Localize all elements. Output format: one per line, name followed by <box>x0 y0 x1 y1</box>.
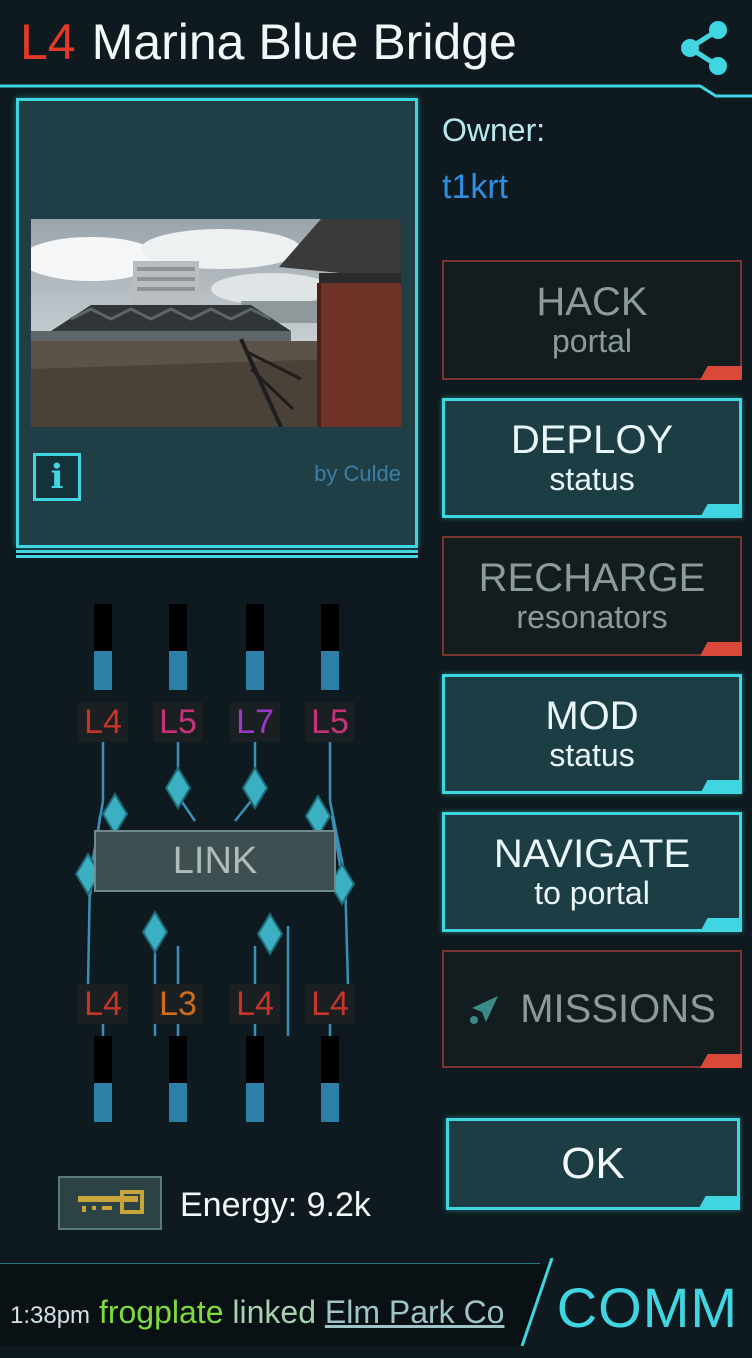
mod-diamond <box>164 766 192 810</box>
comm-player[interactable]: frogplate <box>99 1294 224 1330</box>
header-divider <box>0 84 752 98</box>
top-resonator-bar-fill <box>321 651 339 690</box>
navigate-button[interactable]: NAVIGATE to portal <box>442 812 742 932</box>
portal-level: L4 <box>20 14 76 70</box>
button-corner <box>700 780 742 794</box>
comm-portal-link[interactable]: Elm Park Co <box>325 1294 505 1330</box>
deploy-sublabel: status <box>549 461 635 497</box>
bottom-resonator-bar-fill <box>94 1083 112 1122</box>
mod-sublabel: status <box>549 737 635 773</box>
recharge-button[interactable]: RECHARGE resonators <box>442 536 742 656</box>
bottom-resonator-level-label: L4 <box>230 984 280 1024</box>
link-button[interactable]: LINK <box>94 830 336 892</box>
portal-photo-panel: i by Culde <box>16 98 418 548</box>
mod-diamond <box>241 766 269 810</box>
navigate-label: NAVIGATE <box>493 832 691 876</box>
recharge-sublabel: resonators <box>516 599 668 635</box>
bottom-resonator-level-label: L4 <box>305 984 355 1024</box>
info-button[interactable]: i <box>33 453 81 501</box>
deploy-button[interactable]: DEPLOY status <box>442 398 742 518</box>
owner-label: Owner: <box>442 112 546 148</box>
missions-row: MISSIONS <box>444 988 740 1030</box>
comm-message[interactable]: 1:38pm frogplate linked Elm Park Co <box>10 1294 504 1331</box>
bottom-resonator-bar-fill <box>246 1083 264 1122</box>
deploy-label: DEPLOY <box>510 418 674 462</box>
mod-label: MOD <box>545 694 639 738</box>
bottom-resonator-level-label: L3 <box>153 984 203 1024</box>
missions-label: MISSIONS <box>520 987 716 1031</box>
key-icon <box>78 1190 144 1214</box>
ok-button[interactable]: OK <box>446 1118 740 1210</box>
top-resonator-bar-fill <box>169 651 187 690</box>
missions-button[interactable]: MISSIONS <box>442 950 742 1068</box>
portal-photo[interactable] <box>31 219 401 427</box>
bottom-resonator-level-label: L4 <box>78 984 128 1024</box>
mission-arrow-icon <box>470 996 499 1024</box>
mod-diamond <box>141 910 169 954</box>
button-corner <box>700 504 742 518</box>
top-resonator-level-label: L7 <box>230 702 280 742</box>
top-resonator-bar-fill <box>94 651 112 690</box>
photo-byline[interactable]: by Culde <box>314 461 401 487</box>
mod-button[interactable]: MOD status <box>442 674 742 794</box>
bottom-resonator-bar-fill <box>321 1083 339 1122</box>
top-resonator-level-label: L5 <box>153 702 203 742</box>
page-title: L4 Marina Blue Bridge <box>20 12 517 72</box>
header: L4 Marina Blue Bridge <box>0 0 752 98</box>
button-corner <box>700 918 742 932</box>
recharge-label: RECHARGE <box>478 556 706 600</box>
top-resonator-bar-fill <box>246 651 264 690</box>
mod-diamond <box>256 912 284 956</box>
hack-sublabel: portal <box>551 323 633 359</box>
navigate-sublabel: to portal <box>534 875 650 911</box>
key-button[interactable] <box>58 1176 162 1230</box>
hack-button[interactable]: HACK portal <box>442 260 742 380</box>
portal-name: Marina Blue Bridge <box>91 14 517 70</box>
comm-verb: linked <box>232 1294 316 1330</box>
owner-name[interactable]: t1krt <box>442 168 508 207</box>
comm-time: 1:38pm <box>10 1302 91 1329</box>
energy-readout: Energy: 9.2k <box>180 1186 371 1224</box>
mod-diamond <box>101 792 129 836</box>
button-corner <box>700 642 742 656</box>
hack-label: HACK <box>536 280 648 324</box>
button-corner <box>700 366 742 380</box>
button-corner <box>700 1054 742 1068</box>
share-icon[interactable] <box>674 18 734 78</box>
ok-label: OK <box>561 1139 625 1188</box>
photo-panel-underline <box>16 550 418 558</box>
bottom-resonator-bar-fill <box>169 1083 187 1122</box>
top-resonator-level-label: L5 <box>305 702 355 742</box>
top-resonator-level-label: L4 <box>78 702 128 742</box>
button-corner <box>698 1196 740 1210</box>
comm-button-edge <box>520 1258 554 1346</box>
